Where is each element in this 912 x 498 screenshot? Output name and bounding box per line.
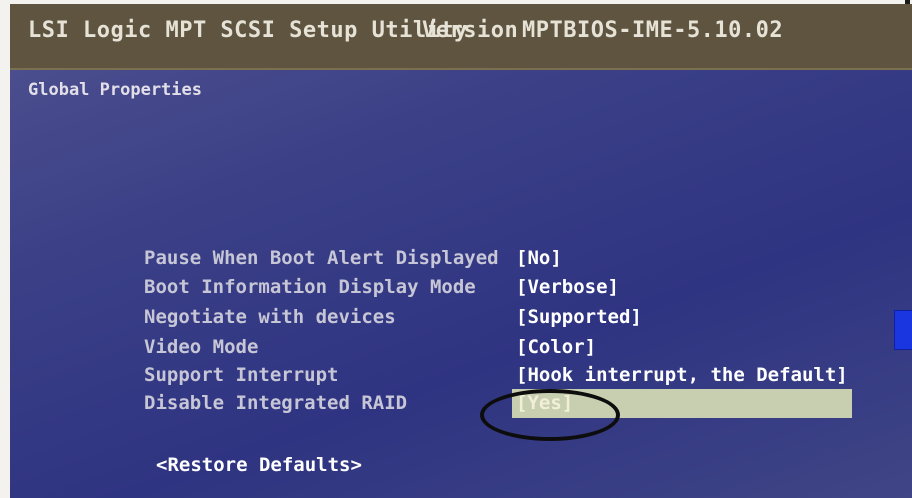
blue-marker bbox=[894, 310, 912, 350]
setting-label: Video Mode bbox=[144, 336, 259, 358]
page-title: Global Properties bbox=[28, 80, 202, 100]
version-label: Version bbox=[422, 18, 519, 43]
version-value: MPTBIOS-IME-5.10.02 bbox=[522, 18, 784, 43]
title-bar: LSI Logic MPT SCSI Setup Utility Version… bbox=[10, 4, 912, 70]
setting-label: Disable Integrated RAID bbox=[144, 392, 408, 414]
setting-label: Negotiate with devices bbox=[144, 306, 396, 328]
setting-value[interactable]: [Supported] bbox=[516, 306, 642, 328]
setting-value[interactable]: [Verbose] bbox=[516, 276, 619, 298]
restore-defaults-button[interactable]: <Restore Defaults> bbox=[156, 454, 362, 476]
setting-label: Pause When Boot Alert Displayed bbox=[144, 247, 499, 269]
setting-value[interactable]: [No] bbox=[516, 247, 562, 269]
annotation-circle bbox=[480, 389, 620, 441]
bios-screen: LSI Logic MPT SCSI Setup Utility Version… bbox=[10, 4, 912, 498]
app-title: LSI Logic MPT SCSI Setup Utility bbox=[28, 18, 468, 43]
setting-label: Support Interrupt bbox=[144, 364, 339, 386]
setting-value[interactable]: [Color] bbox=[516, 336, 596, 358]
setting-value[interactable]: [Hook interrupt, the Default] bbox=[516, 364, 848, 386]
setting-label: Boot Information Display Mode bbox=[144, 276, 476, 298]
